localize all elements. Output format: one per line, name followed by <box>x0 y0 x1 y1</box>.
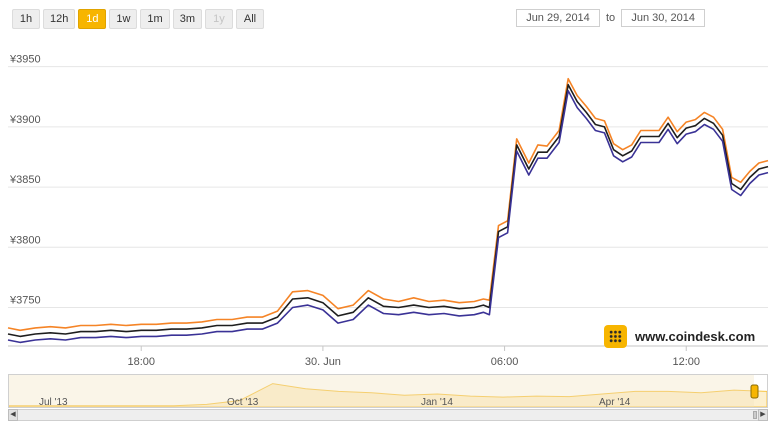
scroll-right-button[interactable]: ▶ <box>758 409 768 421</box>
navigator-label: Jan '14 <box>421 397 453 407</box>
coindesk-logo: www.coindesk.com <box>604 325 755 348</box>
y-tick-label: ¥3750 <box>9 294 41 306</box>
navigator-label: Oct '13 <box>227 397 259 407</box>
low-series-line <box>7 90 769 344</box>
navigator-label: Jul '13 <box>39 397 68 407</box>
logo-text: www.coindesk.com <box>635 329 756 344</box>
navigator-label: Apr '14 <box>599 397 631 407</box>
navigator[interactable]: Jul '13 Oct '13 Jan '14 Apr '14 <box>8 374 768 408</box>
close-series-line <box>7 83 769 338</box>
navigator-scrollbar[interactable]: ◀ ▶ <box>8 409 768 421</box>
x-tick-label: 06:00 <box>491 356 519 368</box>
navigator-chart: Jul '13 Oct '13 Jan '14 Apr '14 <box>9 375 767 407</box>
navigator-handle[interactable] <box>750 384 759 399</box>
navigator-unselected-mask <box>9 375 754 407</box>
x-tick-label: 30. Jun <box>305 356 341 368</box>
y-tick-label: ¥3950 <box>9 54 41 66</box>
x-tick-label: 18:00 <box>127 356 155 368</box>
x-tick-label: 12:00 <box>672 356 700 368</box>
y-tick-label: ¥3850 <box>9 174 41 186</box>
coindesk-logo-icon <box>604 325 627 348</box>
y-tick-label: ¥3800 <box>9 234 41 246</box>
y-tick-label: ¥3900 <box>9 114 41 126</box>
scroll-thumb[interactable] <box>753 411 757 419</box>
price-chart: ¥3750 ¥3800 ¥3850 ¥3900 ¥3950 18:00 30. Jun 06:… <box>7 54 769 368</box>
scroll-left-button[interactable]: ◀ <box>8 409 18 421</box>
high-series-line <box>7 77 769 332</box>
